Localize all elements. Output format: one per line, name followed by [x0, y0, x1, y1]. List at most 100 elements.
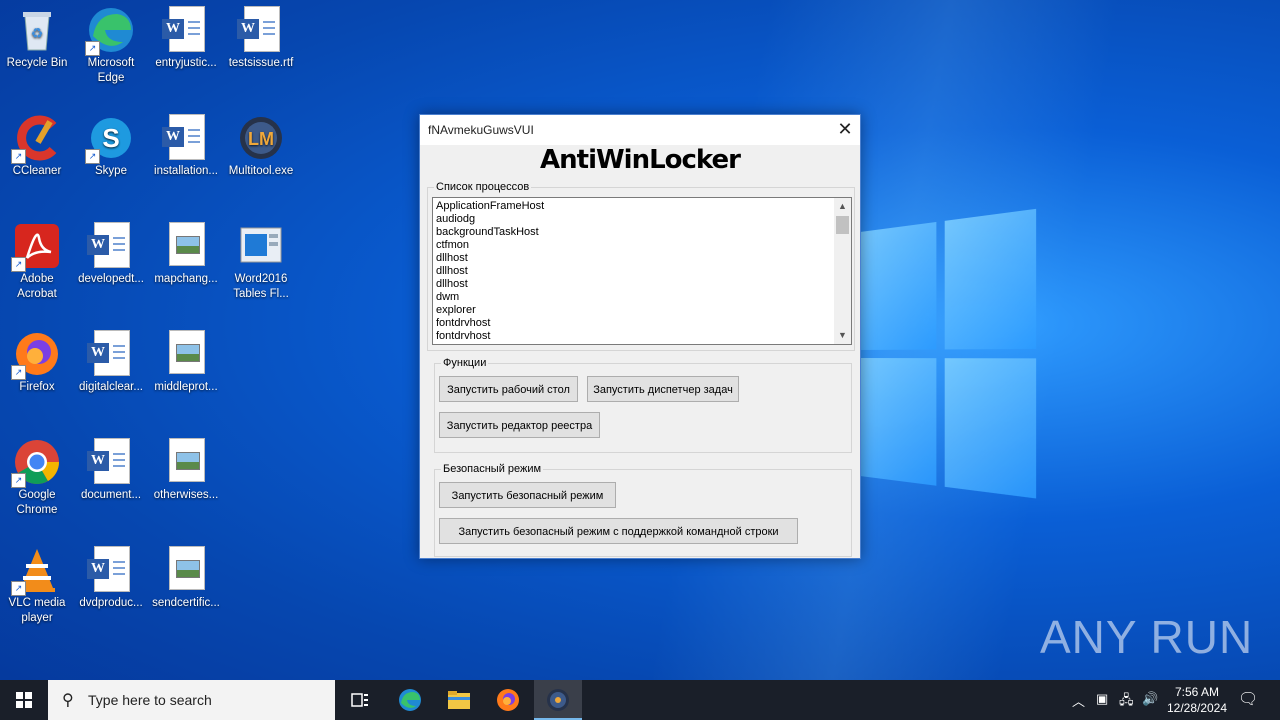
taskbar: ⚲ Type here to search ︿ ▣ 🖧 🔊 7:56 AM 12… [0, 680, 1280, 720]
process-item[interactable]: audiodg [436, 213, 851, 226]
chrome-icon: ↗ [13, 438, 61, 486]
scroll-up-icon[interactable]: ▲ [834, 198, 851, 215]
search-icon: ⚲ [62, 690, 74, 710]
icon-label: installation... [149, 164, 223, 179]
process-item[interactable]: dllhost [436, 265, 851, 278]
desktop-icon-word-tables[interactable]: Word2016 Tables Fl... [224, 216, 298, 302]
icon-label: dvdproduc... [74, 596, 148, 611]
process-item[interactable]: fontdrvhost [436, 330, 851, 343]
notifications-icon[interactable]: 🗨 [1238, 689, 1258, 709]
desktop-icon-image-file[interactable]: otherwises... [149, 432, 223, 503]
process-item[interactable]: dllhost [436, 278, 851, 291]
desktop-icon-firefox[interactable]: ↗ Firefox [0, 324, 74, 395]
start-task-manager-button[interactable]: Запустить диспетчер задач [587, 376, 739, 402]
taskbar-firefox-icon[interactable] [484, 680, 532, 720]
taskbar-clock[interactable]: 7:56 AM 12/28/2024 [1160, 684, 1234, 716]
process-item[interactable]: ApplicationFrameHost [436, 200, 851, 213]
desktop-icon-image-file[interactable]: mapchang... [149, 216, 223, 287]
word-document-icon: W [87, 330, 135, 378]
icon-label: Microsoft Edge [74, 56, 148, 86]
window-title: fNAvmekuGuwsVUI [428, 123, 534, 137]
word-document-icon: W [162, 114, 210, 162]
start-safe-mode-button[interactable]: Запустить безопасный режим [439, 482, 616, 508]
desktop-icon-vlc[interactable]: ↗ VLC media player [0, 540, 74, 626]
icon-label: CCleaner [0, 164, 74, 179]
start-registry-editor-button[interactable]: Запустить редактор реестра [439, 412, 600, 438]
icon-label: developedt... [74, 272, 148, 287]
icon-label: middleprot... [149, 380, 223, 395]
app-title: AntiWinLocker [420, 145, 860, 175]
start-desktop-button[interactable]: Запустить рабочий стол [439, 376, 578, 402]
clock-time: 7:56 AM [1160, 684, 1234, 700]
process-list-scrollbar[interactable]: ▲ ▼ [834, 198, 851, 344]
icon-label: Adobe Acrobat [0, 272, 74, 302]
process-list-label: Список процессов [434, 181, 531, 193]
scroll-down-icon[interactable]: ▼ [834, 327, 851, 344]
desktop-icon-word-doc[interactable]: W developedt... [74, 216, 148, 287]
desktop-icon-ccleaner[interactable]: ↗ CCleaner [0, 108, 74, 179]
shortcut-arrow-icon: ↗ [85, 41, 100, 56]
desktop-icon-multitool[interactable]: LM Multitool.exe [224, 108, 298, 179]
scroll-thumb[interactable] [836, 216, 849, 234]
desktop-icon-word-doc[interactable]: W digitalclear... [74, 324, 148, 395]
icon-label: Multitool.exe [224, 164, 298, 179]
taskbar-file-explorer-icon[interactable] [435, 680, 483, 720]
shortcut-arrow-icon: ↗ [11, 257, 26, 272]
desktop-icon-word-doc[interactable]: W installation... [149, 108, 223, 179]
icon-label: document... [74, 488, 148, 503]
process-item[interactable]: dwm [436, 291, 851, 304]
image-file-icon [162, 222, 210, 270]
network-icon[interactable]: 🖧 [1119, 691, 1134, 713]
clock-date: 12/28/2024 [1160, 700, 1234, 716]
process-item[interactable]: fontdrvhost [436, 317, 851, 330]
desktop-icon-image-file[interactable]: middleprot... [149, 324, 223, 395]
start-button[interactable] [0, 680, 48, 720]
safe-mode-group-label: Безопасный режим [441, 463, 543, 475]
image-file-icon [162, 438, 210, 486]
process-list: ApplicationFrameHost audiodg backgroundT… [433, 198, 851, 343]
ccleaner-icon: ↗ [13, 114, 61, 162]
icon-label: mapchang... [149, 272, 223, 287]
process-item[interactable]: ctfmon [436, 239, 851, 252]
desktop-icon-recycle-bin[interactable]: ♻ Recycle Bin [0, 0, 74, 71]
desktop-icon-word-doc[interactable]: W entryjustic... [149, 0, 223, 71]
functions-group-label: Функции [441, 357, 488, 369]
desktop-icon-skype[interactable]: S ↗ Skype [74, 108, 148, 179]
process-item[interactable]: dllhost [436, 252, 851, 265]
anyrun-watermark: ANY RUN [1040, 610, 1253, 664]
icon-label: Recycle Bin [0, 56, 74, 71]
process-item[interactable]: explorer [436, 304, 851, 317]
start-safe-mode-cmd-button[interactable]: Запустить безопасный режим с поддержкой … [439, 518, 798, 544]
desktop-icon-google-chrome[interactable]: ↗ Google Chrome [0, 432, 74, 518]
task-view-icon[interactable] [336, 680, 384, 720]
window-titlebar[interactable]: fNAvmekuGuwsVUI ✕ [420, 115, 860, 145]
process-listbox[interactable]: ApplicationFrameHost audiodg backgroundT… [432, 197, 852, 345]
icon-label: otherwises... [149, 488, 223, 503]
svg-text:S: S [102, 123, 119, 153]
word-document-icon: W [237, 6, 285, 54]
taskbar-antiwinlocker-icon[interactable] [534, 680, 582, 720]
taskbar-search-box[interactable]: ⚲ Type here to search [48, 680, 335, 720]
show-hidden-icons-chevron-icon[interactable]: ︿ [1072, 691, 1085, 710]
process-item[interactable]: backgroundTaskHost [436, 226, 851, 239]
taskbar-edge-icon[interactable] [386, 680, 434, 720]
desktop-icon-word-doc[interactable]: W dvdproduc... [74, 540, 148, 611]
recycle-bin-icon: ♻ [13, 6, 61, 54]
close-icon[interactable]: ✕ [830, 115, 860, 145]
desktop-icon-word-doc[interactable]: W document... [74, 432, 148, 503]
desktop-icon-adobe-acrobat[interactable]: ↗ Adobe Acrobat [0, 216, 74, 302]
volume-icon[interactable]: 🔊 [1142, 691, 1158, 707]
adobe-acrobat-icon: ↗ [13, 222, 61, 270]
image-file-icon [162, 330, 210, 378]
desktop-icon-word-doc[interactable]: W testsissue.rtf [224, 0, 298, 71]
desktop-icon-image-file[interactable]: sendcertific... [149, 540, 223, 611]
antiwinlocker-window: fNAvmekuGuwsVUI ✕ AntiWinLocker Список п… [419, 114, 861, 559]
image-file-icon [162, 546, 210, 594]
desktop-icon-microsoft-edge[interactable]: ↗ Microsoft Edge [74, 0, 148, 86]
meet-now-icon[interactable]: ▣ [1096, 691, 1108, 707]
windows-start-icon [16, 692, 32, 708]
shortcut-arrow-icon: ↗ [11, 473, 26, 488]
icon-label: Word2016 Tables Fl... [224, 272, 298, 302]
svg-text:♻: ♻ [31, 25, 44, 41]
icon-label: entryjustic... [149, 56, 223, 71]
